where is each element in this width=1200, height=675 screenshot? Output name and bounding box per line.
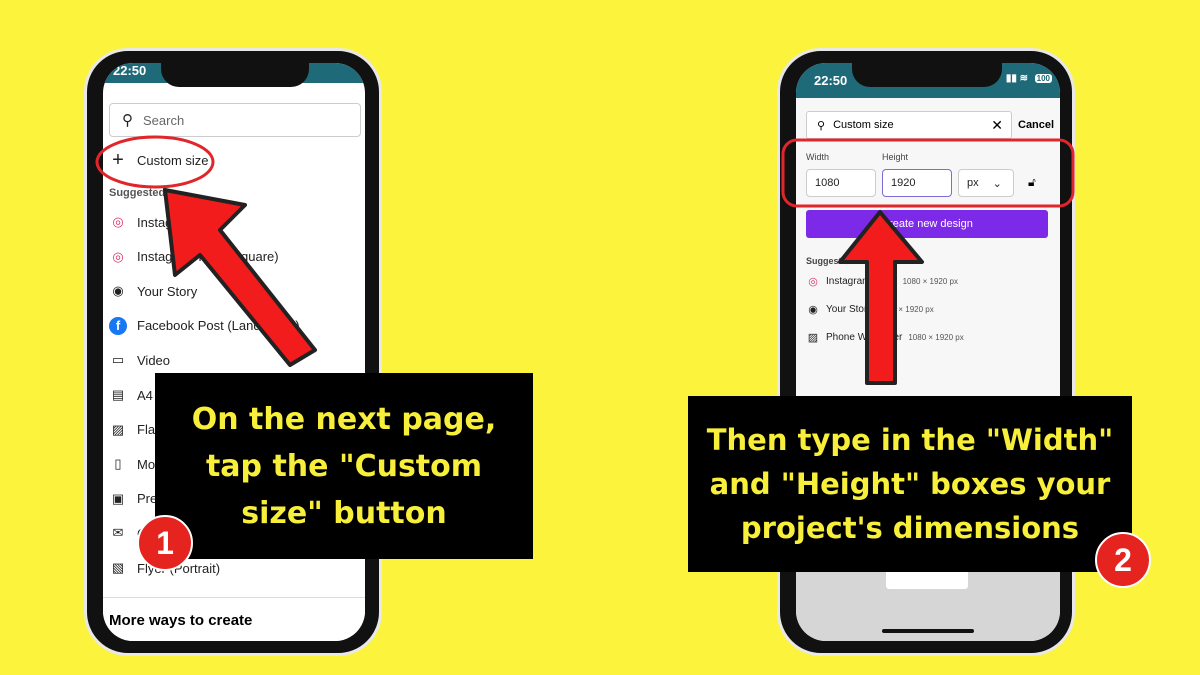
arrow-right	[838, 210, 924, 385]
arrow-left	[163, 188, 317, 367]
caption-step1: On the next page, tap the "Custom size" …	[155, 373, 533, 559]
caption-step1-text: On the next page, tap the "Custom size" …	[191, 401, 497, 531]
caption-step2-text: Then type in the "Width" and "Height" bo…	[706, 423, 1114, 545]
annotation-layer	[95, 135, 1075, 385]
step-badge-2: 2	[1095, 532, 1151, 588]
highlight-box-dimensions	[781, 138, 1075, 208]
highlight-ellipse-custom-size	[95, 135, 215, 189]
caption-step2: Then type in the "Width" and "Height" bo…	[688, 396, 1132, 572]
step-badge-1: 1	[137, 515, 193, 571]
